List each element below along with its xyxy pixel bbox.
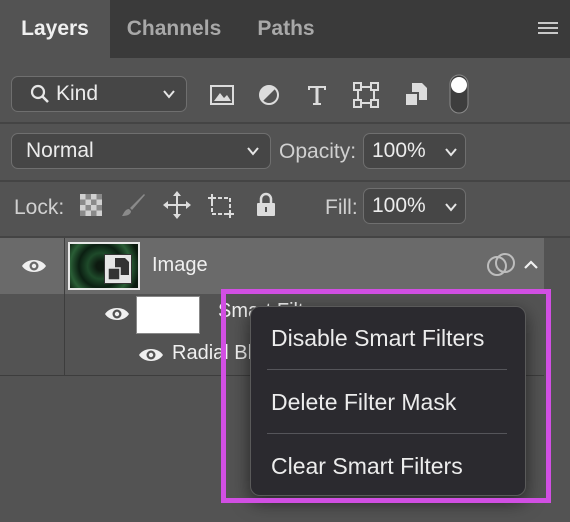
filter-kind-label: Kind bbox=[56, 82, 99, 105]
visibility-column-divider bbox=[64, 238, 65, 376]
divider bbox=[0, 180, 570, 182]
lock-transparent-icon[interactable] bbox=[76, 190, 106, 220]
tab-layers[interactable]: Layers bbox=[0, 0, 110, 58]
eye-icon[interactable] bbox=[21, 257, 47, 275]
chevron-down-icon bbox=[247, 147, 259, 156]
opacity-input[interactable]: 100% bbox=[363, 133, 437, 169]
lock-all-icon[interactable] bbox=[251, 190, 281, 220]
tab-channels[interactable]: Channels bbox=[112, 0, 236, 58]
smart-filter-link-icon bbox=[487, 253, 515, 276]
filter-mask-thumbnail[interactable] bbox=[136, 296, 200, 334]
search-icon bbox=[30, 84, 49, 103]
adjustment-filter-icon[interactable] bbox=[254, 80, 284, 110]
lock-position-icon[interactable] bbox=[162, 190, 192, 220]
eye-icon[interactable] bbox=[104, 305, 130, 323]
annotation-highlight-box bbox=[221, 289, 551, 503]
blend-mode-select[interactable]: Normal bbox=[11, 133, 271, 169]
eye-icon[interactable] bbox=[138, 346, 164, 364]
lock-artboard-icon[interactable] bbox=[207, 190, 237, 220]
chevron-down-icon bbox=[445, 148, 457, 157]
smart-object-badge-icon bbox=[104, 254, 132, 284]
lock-label: Lock: bbox=[14, 196, 65, 219]
tab-paths[interactable]: Paths bbox=[238, 0, 334, 58]
opacity-dropdown[interactable] bbox=[436, 133, 466, 169]
fill-label: Fill: bbox=[325, 196, 358, 219]
chevron-down-icon bbox=[163, 90, 175, 99]
divider bbox=[0, 122, 570, 124]
panel-tab-bar: Layers Channels Paths bbox=[0, 0, 570, 58]
chevron-down-icon bbox=[445, 203, 457, 212]
fill-input[interactable]: 100% bbox=[363, 188, 437, 224]
chevron-up-icon[interactable] bbox=[522, 256, 540, 274]
lock-pixels-icon[interactable] bbox=[118, 190, 148, 220]
image-filter-icon[interactable] bbox=[207, 80, 237, 110]
layer-name[interactable]: Image bbox=[152, 254, 208, 277]
type-filter-icon[interactable] bbox=[302, 80, 332, 110]
filter-toggle-icon[interactable] bbox=[444, 74, 474, 114]
blend-mode-value: Normal bbox=[26, 139, 94, 162]
opacity-label: Opacity: bbox=[279, 140, 357, 163]
fill-dropdown[interactable] bbox=[436, 188, 466, 224]
hamburger-icon[interactable] bbox=[538, 22, 558, 36]
shape-filter-icon[interactable] bbox=[351, 80, 381, 110]
smart-object-filter-icon[interactable] bbox=[401, 80, 431, 110]
filter-kind-select[interactable]: Kind bbox=[11, 76, 187, 112]
